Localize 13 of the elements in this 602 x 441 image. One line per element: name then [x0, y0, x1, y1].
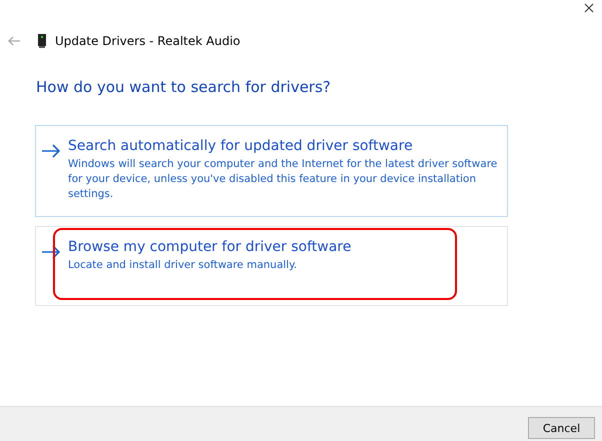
arrow-icon [41, 144, 61, 158]
page-heading: How do you want to search for drivers? [36, 78, 332, 96]
window-title: Update Drivers - Realtek Audio [55, 34, 240, 48]
device-icon [38, 34, 46, 48]
arrow-icon [41, 245, 61, 259]
option-card[interactable] [35, 125, 508, 217]
option-title: Search automatically for updated driver software [68, 138, 414, 154]
option-description: Locate and install driver software manually. [68, 258, 298, 273]
option-title: Browse my computer for driver software [68, 239, 352, 255]
cancel-button[interactable]: Cancel [528, 417, 595, 439]
close-icon[interactable] [584, 3, 594, 13]
option-card[interactable]: Browse my computer for driver software Locate and install driver software manually. [35, 226, 508, 306]
option-description: Windows will search your computer and the Internet for the latest driver software for your device, unless you've disabled this feature in your device installation settings. [68, 157, 498, 202]
